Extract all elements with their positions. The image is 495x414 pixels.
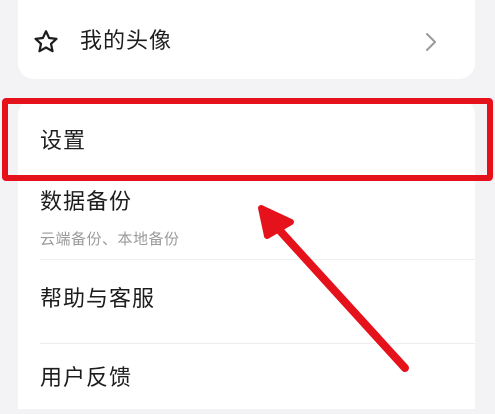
menu-card-top: 我的头像 [18,0,475,79]
highlight-box [2,98,493,181]
star-icon [34,30,58,53]
menu-item-help-and-support[interactable]: 帮助与客服 [18,260,475,356]
menu-item-label: 用户反馈 [40,366,133,391]
menu-item-label: 数据备份 [40,190,133,215]
chevron-right-icon [426,33,436,51]
menu-item-data-backup[interactable]: 数据备份 云端备份、本地备份 [18,181,475,261]
menu-item-sublabel: 云端备份、本地备份 [40,230,180,248]
menu-item-user-feedback[interactable]: 用户反馈 [18,344,475,414]
menu-item-label: 帮助与客服 [40,287,156,312]
menu-item-label: 我的头像 [80,29,173,54]
menu-item-my-avatar[interactable]: 我的头像 [18,22,475,62]
